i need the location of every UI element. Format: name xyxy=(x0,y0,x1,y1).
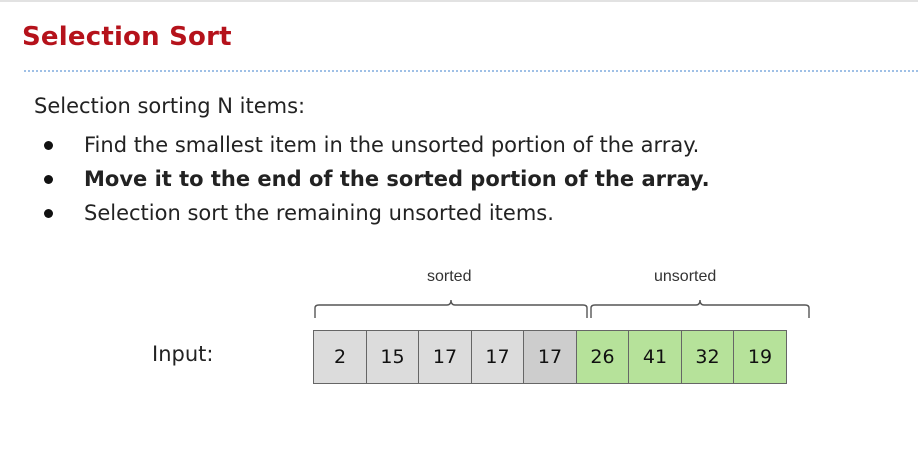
bullet-text: Move it to the end of the sorted portion… xyxy=(84,167,710,191)
array-cell-sorted: 17 xyxy=(470,330,525,384)
array-cells: 2 15 17 17 17 26 41 32 19 xyxy=(313,330,787,384)
input-label: Input: xyxy=(152,342,214,366)
bullet-text: Find the smallest item in the unsorted p… xyxy=(84,133,700,157)
array-cell-unsorted: 19 xyxy=(733,330,787,384)
sorted-brace xyxy=(314,299,588,318)
bullet-item: Find the smallest item in the unsorted p… xyxy=(34,128,710,162)
array-cell-unsorted: 26 xyxy=(575,330,630,384)
intro-text: Selection sorting N items: xyxy=(34,94,306,118)
slide-title: Selection Sort xyxy=(22,22,232,52)
array-cell-unsorted: 41 xyxy=(628,330,682,384)
unsorted-brace xyxy=(590,299,810,318)
array-cell-sorted: 2 xyxy=(313,330,367,384)
bullet-text: Selection sort the remaining unsorted it… xyxy=(84,201,554,225)
array-cell-current: 17 xyxy=(523,330,577,384)
array-cell-sorted: 15 xyxy=(365,330,420,384)
unsorted-label: unsorted xyxy=(654,268,717,285)
title-divider xyxy=(24,70,918,72)
bullet-dot-icon xyxy=(44,209,53,218)
bullet-dot-icon xyxy=(44,175,53,184)
array-cell-sorted: 17 xyxy=(418,330,472,384)
top-border xyxy=(0,0,918,2)
bullet-list: Find the smallest item in the unsorted p… xyxy=(34,128,710,230)
bullet-dot-icon xyxy=(44,141,53,150)
sorted-label: sorted xyxy=(427,268,472,285)
bullet-item: Selection sort the remaining unsorted it… xyxy=(34,196,710,230)
array-cell-unsorted: 32 xyxy=(680,330,735,384)
bullet-item: Move it to the end of the sorted portion… xyxy=(34,162,710,196)
